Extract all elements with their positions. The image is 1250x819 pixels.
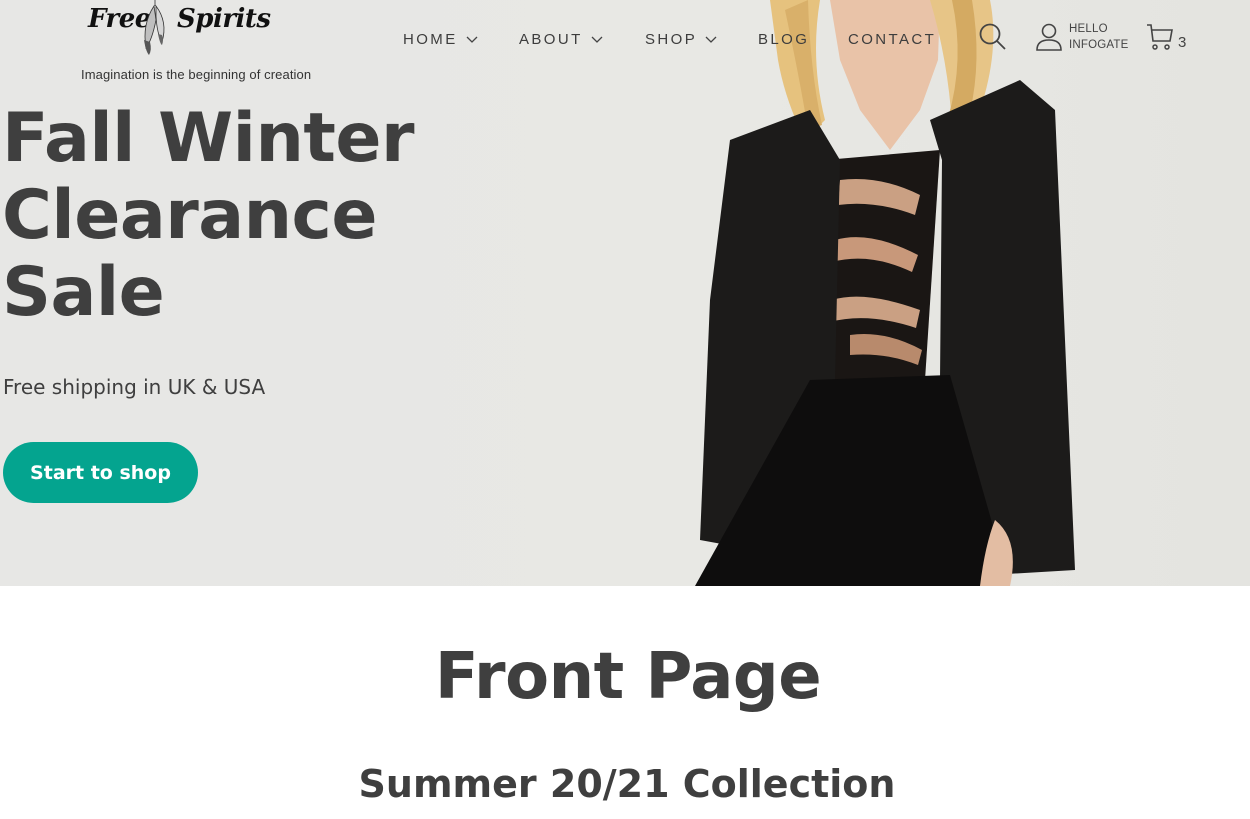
nav-label: ABOUT	[519, 31, 583, 48]
user-icon[interactable]	[1035, 23, 1063, 51]
page-title: Front Page	[434, 640, 822, 714]
nav-item-contact[interactable]: CONTACT	[848, 31, 936, 48]
nav-label: HOME	[403, 31, 458, 48]
nav-item-blog[interactable]: BLOG	[758, 31, 809, 48]
logo-word-spirits: Spirits	[177, 4, 271, 34]
site-logo[interactable]: Free Spirits	[88, 0, 271, 56]
collection-title: Summer 20/21 Collection	[358, 762, 896, 806]
nav-item-shop[interactable]: SHOP	[645, 31, 717, 48]
nav-label: SHOP	[645, 31, 698, 48]
cart-icon[interactable]	[1146, 23, 1174, 51]
nav-label: CONTACT	[848, 31, 937, 48]
site-tagline: Imagination is the beginning of creation	[81, 67, 312, 82]
chevron-down-icon	[591, 36, 603, 43]
hero-title-line: Clearance	[2, 176, 377, 255]
nav-label: BLOG	[758, 31, 810, 48]
feather-icon	[144, 0, 165, 55]
hero-title-line: Fall Winter	[2, 99, 415, 178]
nav-item-about[interactable]: ABOUT	[519, 31, 603, 48]
account-link[interactable]: HELLO INFOGATE	[1069, 21, 1129, 53]
nav-item-home[interactable]: HOME	[403, 31, 478, 48]
chevron-down-icon	[705, 36, 717, 43]
hero-subtitle: Free shipping in UK & USA	[3, 375, 266, 399]
start-to-shop-button[interactable]: Start to shop	[3, 442, 198, 503]
cart-count[interactable]: 3	[1178, 34, 1186, 51]
hero-title: Fall Winter Clearance Sale	[2, 99, 415, 332]
account-greeting: HELLO	[1069, 23, 1108, 35]
hero-model-image	[695, 0, 1075, 586]
account-name: INFOGATE	[1069, 39, 1129, 51]
search-icon[interactable]	[978, 22, 1008, 52]
hero-title-line: Sale	[2, 253, 165, 332]
chevron-down-icon	[466, 36, 478, 43]
